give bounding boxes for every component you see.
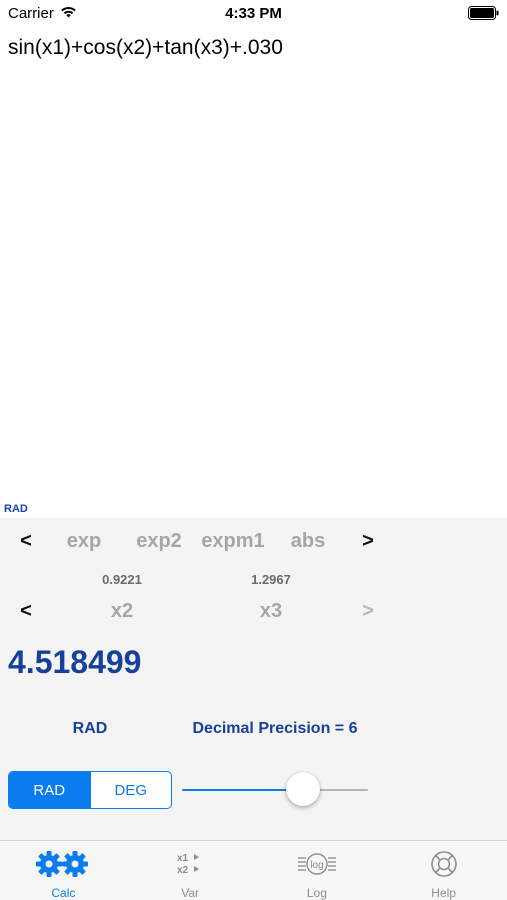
precision-slider[interactable]	[182, 772, 368, 808]
variable-value-x3: 1.2967	[251, 572, 291, 587]
tab-calc[interactable]: Calc	[0, 841, 127, 900]
tab-var[interactable]: x1 x2 Var	[127, 841, 254, 900]
tab-bar: Calc x1 x2 Var log Log Help	[0, 840, 507, 900]
status-time: 4:33 PM	[225, 5, 282, 22]
info-row: RAD Decimal Precision = 6	[0, 720, 507, 742]
svg-text:log: log	[310, 860, 323, 871]
expression-display[interactable]: sin(x1)+cos(x2)+tan(x3)+.030	[8, 36, 498, 60]
variable-value-x2: 0.9221	[102, 572, 142, 587]
tab-log[interactable]: log Log	[254, 841, 381, 900]
calculator-screen: Carrier 4:33 PM sin(x1)+cos(x2)+tan(x3)+…	[0, 0, 507, 900]
variable-button-x2[interactable]: x2	[92, 600, 152, 623]
rad-option[interactable]: RAD	[9, 772, 90, 808]
slider-fill	[182, 789, 303, 791]
svg-text:x1: x1	[177, 853, 189, 864]
tab-log-label: Log	[306, 886, 327, 900]
variable-button-x3[interactable]: x3	[241, 600, 301, 623]
angle-mode-toggle: RAD DEG	[8, 771, 172, 809]
function-prev-button[interactable]: <	[18, 530, 34, 553]
tab-calc-label: Calc	[51, 886, 76, 900]
variable-prev-button[interactable]: <	[18, 600, 34, 623]
variable-values: 0.9221 1.2967	[0, 572, 507, 590]
battery-icon	[468, 6, 499, 20]
function-button-expm1[interactable]: expm1	[196, 530, 270, 553]
variables-icon: x1 x2	[175, 849, 205, 879]
result-display: 4.518499	[8, 644, 142, 680]
deg-option[interactable]: DEG	[89, 772, 172, 808]
log-icon: log	[297, 849, 337, 879]
tab-var-label: Var	[181, 886, 200, 900]
function-next-button[interactable]: >	[360, 530, 376, 553]
status-bar: Carrier 4:33 PM	[0, 0, 507, 28]
angle-mode-indicator: RAD	[4, 503, 28, 515]
function-button-exp[interactable]: exp	[54, 530, 114, 553]
variable-next-button[interactable]: >	[360, 600, 376, 623]
function-button-exp2[interactable]: exp2	[128, 530, 190, 553]
tab-help-label: Help	[431, 886, 456, 900]
variable-row: < x2 x3 >	[0, 600, 507, 630]
gears-icon	[35, 849, 91, 879]
tab-help[interactable]: Help	[380, 841, 507, 900]
function-row: < exp exp2 expm1 abs >	[0, 530, 507, 560]
precision-label: Decimal Precision = 6	[192, 720, 358, 737]
svg-text:x2: x2	[177, 865, 189, 876]
keypad-panel: < exp exp2 expm1 abs > 0.9221 1.2967 < x…	[0, 518, 507, 840]
function-button-abs[interactable]: abs	[280, 530, 336, 553]
slider-thumb[interactable]	[286, 772, 320, 806]
angle-mode-label: RAD	[72, 720, 108, 737]
lifebuoy-icon	[429, 849, 459, 879]
